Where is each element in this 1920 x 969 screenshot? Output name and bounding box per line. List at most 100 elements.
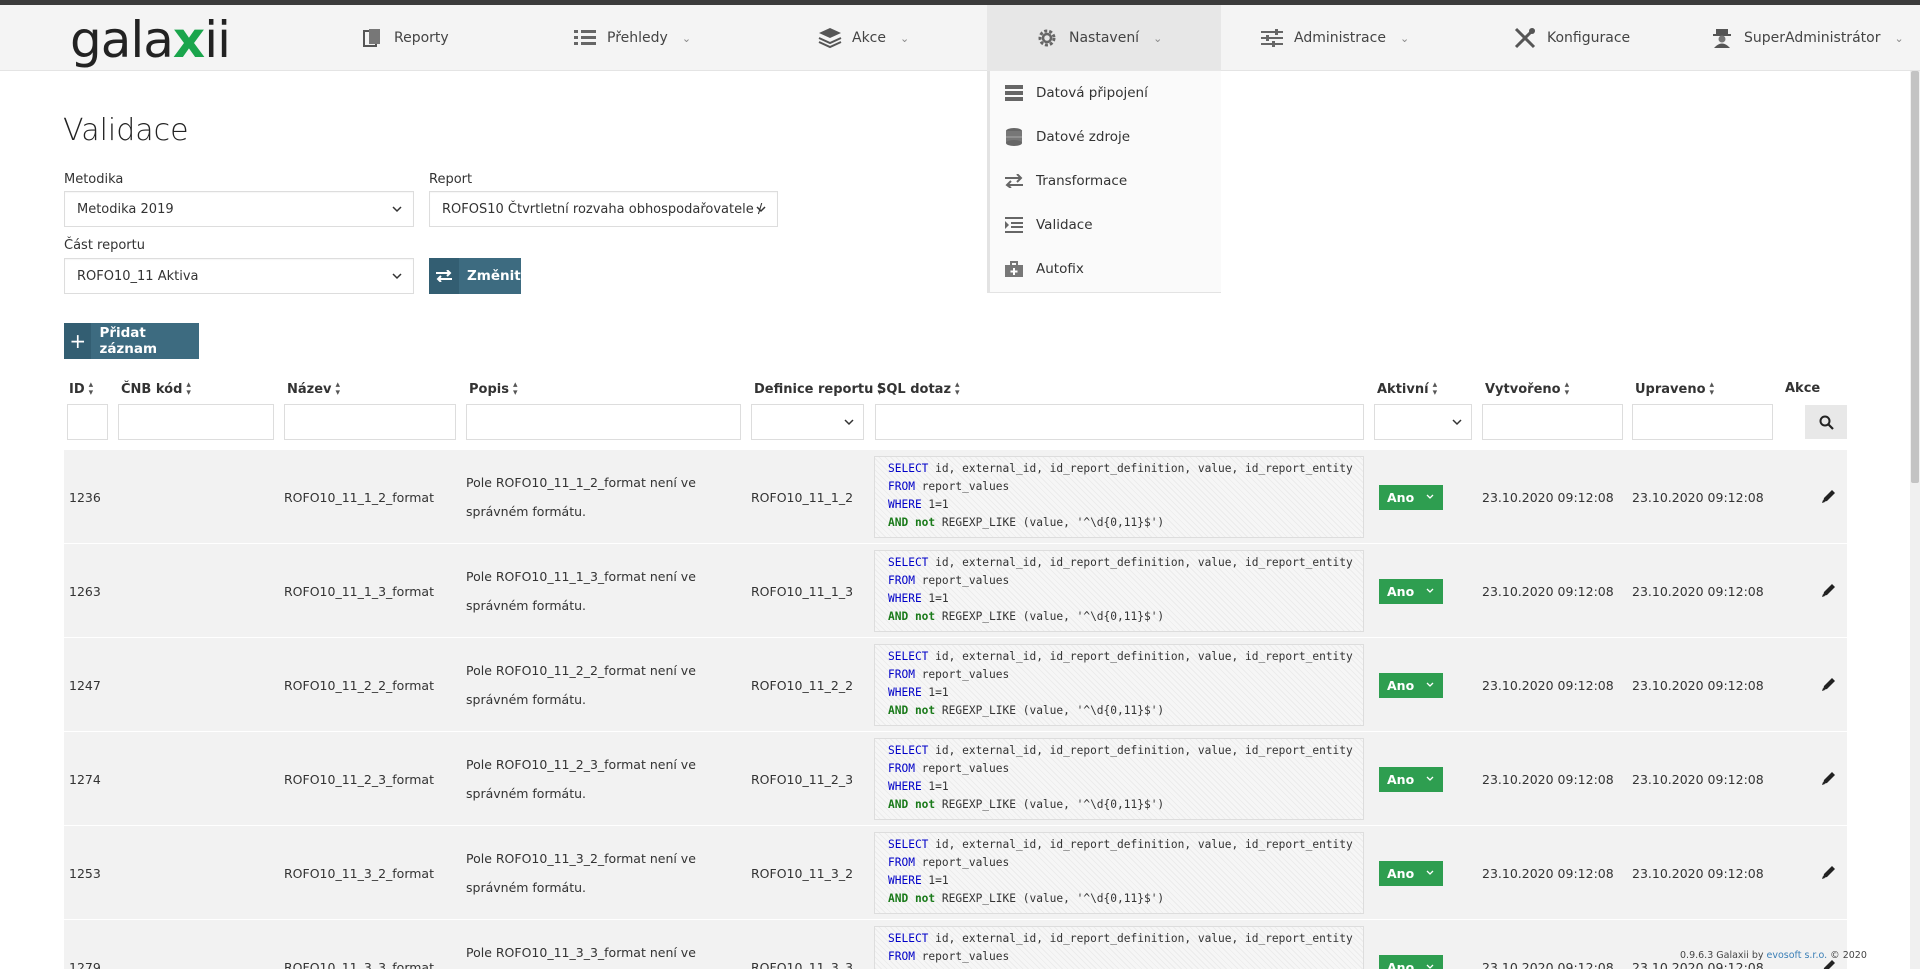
metodika-label: Metodika [64,172,124,187]
sort-icon: ▴ ▾ [1432,380,1438,398]
footer: 0.9.6.3 Galaxii by evosoft s.r.o. © 2020 [1680,950,1867,961]
table-row: 1236 ROFO10_11_1_2_format Pole ROFO10_11… [64,450,1847,544]
filter-sql[interactable] [875,404,1364,440]
zmenit-label: Změnit [467,268,521,284]
nav-konfigurace[interactable]: Konfigurace [1513,5,1630,71]
company-link[interactable]: evosoft s.r.o. [1767,950,1828,961]
menu-item-validace[interactable]: Validace [990,203,1221,247]
col-header-cnb[interactable]: ČNB kód ▴ ▾ [121,380,191,398]
edit-icon[interactable] [1821,864,1837,880]
table-row: 1253 ROFO10_11_3_2_format Pole ROFO10_11… [64,826,1847,920]
edit-icon[interactable] [1821,676,1837,692]
zmenit-button[interactable]: Změnit [429,258,521,294]
menu-item-label: Datová připojení [1036,85,1148,101]
nav-prehledy[interactable]: Přehledy ⌄ [573,5,691,71]
col-header-sql[interactable]: SQL dotaz ▴ ▾ [877,381,960,398]
medkit-icon [1004,260,1024,278]
col-header-upraveno[interactable]: Upraveno ▴ ▾ [1635,381,1714,398]
chevron-down-icon [756,206,766,213]
cell-upraveno: 23.10.2020 09:12:08 [1632,771,1764,787]
filter-aktivni[interactable] [1374,404,1472,440]
indent-list-icon [1004,216,1024,234]
filter-definice[interactable] [751,404,864,440]
menu-item-label: Datové zdroje [1036,129,1131,145]
logo[interactable]: galaxii [70,11,231,69]
search-button[interactable] [1805,405,1847,439]
menu-item-datova-pripojeni[interactable]: Datová připojení [990,71,1221,115]
layers-icon [818,26,842,50]
cell-nazev: ROFO10_11_2_2_format [284,677,434,693]
chevron-down-icon [1426,870,1434,875]
cast-reportu-label: Část reportu [64,238,145,253]
chevron-down-icon: ⌄ [681,31,692,45]
menu-item-datove-zdroje[interactable]: Datové zdroje [990,115,1221,159]
cell-nazev: ROFO10_11_3_3_format [284,959,434,969]
nav-konfigurace-label: Konfigurace [1547,30,1631,46]
sort-icon: ▴ ▾ [186,380,191,398]
aktivni-badge[interactable]: Ano [1379,767,1443,792]
edit-icon[interactable] [1821,488,1837,504]
filter-nazev[interactable] [284,404,456,440]
cell-id: 1263 [69,583,101,599]
col-header-popis[interactable]: Popis ▴ ▾ [469,381,518,398]
nav-akce[interactable]: Akce ⌄ [818,5,909,71]
filter-cnb[interactable] [118,404,274,440]
aktivni-badge[interactable]: Ano [1379,673,1443,698]
nav-nastaveni[interactable]: Nastavení ⌄ [987,5,1221,71]
nav-superadmin-label: SuperAdministrátor [1744,30,1881,46]
aktivni-badge[interactable]: Ano [1379,579,1443,604]
nav-administrace[interactable]: Administrace ⌄ [1260,5,1409,71]
nav-reporty[interactable]: Reporty [360,5,449,71]
report-label: Report [429,172,473,187]
cell-vytvoreno: 23.10.2020 09:12:08 [1482,489,1614,505]
plus-icon: + [64,323,92,359]
report-select[interactable]: ROFOS10 Čtvrtletní rozvaha obhospodařova… [429,191,778,227]
cell-popis: Pole ROFO10_11_1_2_format není ve správné… [466,475,696,519]
edit-icon[interactable] [1821,582,1837,598]
chevron-down-icon [1452,419,1462,426]
col-header-nazev[interactable]: Název ▴ ▾ [287,381,340,398]
cell-definice: ROFO10_11_1_3 [751,583,854,599]
metodika-value: Metodika 2019 [77,201,174,217]
search-icon [1819,415,1834,430]
table-row: 1279 ROFO10_11_3_3_format Pole ROFO10_11… [64,920,1847,969]
exchange-icon [429,258,459,294]
filter-upraveno[interactable] [1632,404,1773,440]
filter-popis[interactable] [466,404,741,440]
cell-id: 1247 [69,677,101,693]
cell-nazev: ROFO10_11_3_2_format [284,865,434,881]
cell-upraveno: 23.10.2020 09:12:08 [1632,489,1764,505]
cell-id: 1279 [69,959,101,969]
col-header-definice[interactable]: Definice reportu ▴ ▾ [754,381,882,398]
menu-item-transformace[interactable]: Transformace [990,159,1221,203]
edit-icon[interactable] [1821,770,1837,786]
col-header-id[interactable]: ID ▴ ▾ [69,381,93,398]
scrollbar[interactable] [1910,71,1920,969]
cell-definice: ROFO10_11_3_2 [751,865,854,881]
nav-superadmin[interactable]: SuperAdministrátor ⌄ [1710,5,1904,71]
menu-item-autofix[interactable]: Autofix [990,247,1221,291]
sql-code: SELECT id, external_id, id_report_defini… [874,832,1364,914]
cast-reportu-select[interactable]: ROFO10_11 Aktiva [64,258,414,294]
aktivni-badge[interactable]: Ano [1379,861,1443,886]
aktivni-badge[interactable]: Ano [1379,485,1443,510]
col-header-aktivni[interactable]: Aktivní ▴ ▾ [1377,380,1438,398]
chevron-down-icon [1426,588,1434,593]
filter-vytvoreno[interactable] [1482,404,1623,440]
metodika-select[interactable]: Metodika 2019 [64,191,414,227]
scrollbar-thumb[interactable] [1911,71,1919,483]
cell-nazev: ROFO10_11_1_3_format [284,583,434,599]
nav-reporty-label: Reporty [394,30,449,46]
cell-vytvoreno: 23.10.2020 09:12:08 [1482,771,1614,787]
sliders-icon [1260,26,1284,50]
add-record-button[interactable]: + Přidat záznam [64,323,199,359]
nav-akce-label: Akce [852,30,886,46]
page-title: Validace [63,113,189,148]
filter-id[interactable] [67,404,108,440]
chevron-down-icon [392,206,402,213]
tools-icon [1513,26,1537,50]
aktivni-badge[interactable]: Ano [1379,955,1443,969]
clipboard-icon [360,26,384,50]
col-header-vytvoreno[interactable]: Vytvořeno ▴ ▾ [1485,381,1569,398]
menu-item-label: Transformace [1036,173,1128,189]
